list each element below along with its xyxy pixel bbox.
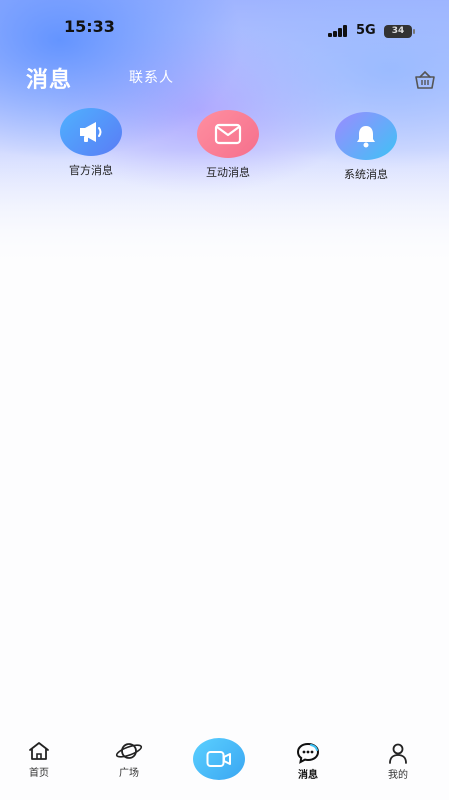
entry-label: 官方消息 xyxy=(69,164,113,177)
megaphone-icon xyxy=(60,108,122,156)
signal-icon xyxy=(328,25,348,37)
nav-label: 首页 xyxy=(29,768,49,779)
nav-label: 我的 xyxy=(388,770,408,781)
user-icon xyxy=(389,743,407,764)
basket-icon[interactable] xyxy=(413,68,437,92)
nav-square[interactable]: 广场 xyxy=(99,740,159,779)
status-bar: 15:33 5G 34 xyxy=(0,0,449,50)
planet-icon xyxy=(115,743,143,759)
page-title: 消息 xyxy=(26,68,73,93)
chat-bubble-icon xyxy=(296,742,320,764)
status-time: 15:33 xyxy=(64,17,115,36)
battery-icon: 34 xyxy=(384,25,415,38)
entry-system-messages[interactable]: 系统消息 xyxy=(321,112,411,182)
nav-mine[interactable]: 我的 xyxy=(368,742,428,781)
nav-messages[interactable]: 消息 xyxy=(278,742,338,781)
nav-home[interactable]: 首页 xyxy=(9,740,69,779)
network-type: 5G xyxy=(356,23,376,38)
entry-label: 系统消息 xyxy=(344,168,388,181)
entry-official-messages[interactable]: 官方消息 xyxy=(46,108,136,178)
video-camera-icon xyxy=(206,751,231,767)
envelope-icon xyxy=(197,110,259,158)
nav-label: 消息 xyxy=(298,770,318,781)
entry-label: 互动消息 xyxy=(206,166,250,179)
publish-video-button[interactable] xyxy=(193,738,245,780)
bell-icon xyxy=(335,112,397,160)
tab-contacts[interactable]: 联系人 xyxy=(129,67,174,87)
home-icon xyxy=(29,742,49,760)
nav-label: 广场 xyxy=(119,768,139,779)
bottom-nav: 首页 广场 消息 我的 xyxy=(0,728,449,800)
entry-interaction-messages[interactable]: 互动消息 xyxy=(183,110,273,180)
